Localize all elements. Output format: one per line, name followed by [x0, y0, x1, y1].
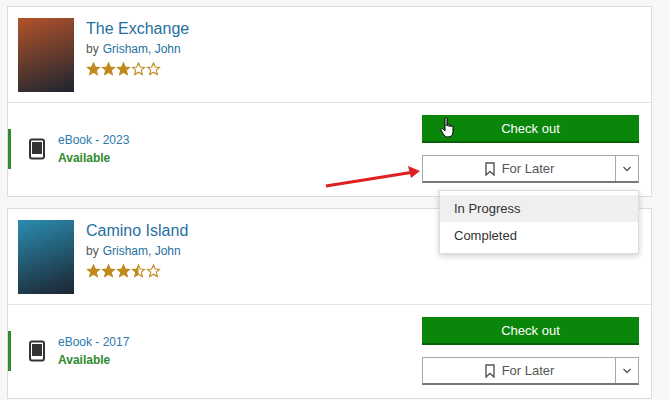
author-link[interactable]: Grisham, John — [103, 42, 181, 56]
byline: by Grisham, John — [86, 42, 189, 56]
format-label[interactable]: eBook - 2023 — [58, 133, 129, 147]
rating — [86, 62, 189, 76]
availability-label: Available — [58, 353, 129, 367]
star-icon — [131, 264, 146, 278]
for-later-split-button: For Later — [422, 155, 639, 183]
availability: eBook - 2023 Available — [8, 129, 129, 169]
book-card: The Exchange by Grisham, John eBook - 2023 A… — [7, 6, 652, 197]
format-row: eBook - 2023AvailableCheck outFor LaterI… — [8, 103, 651, 196]
by-label: by — [86, 42, 99, 56]
for-later-split-button: For Later — [422, 357, 639, 385]
by-label: by — [86, 244, 99, 258]
availability: eBook - 2017 Available — [8, 331, 129, 371]
tablet-icon — [28, 340, 46, 362]
chevron-down-icon — [622, 368, 632, 374]
menu-item[interactable]: In Progress — [440, 195, 638, 222]
actions: Check out For Later — [422, 317, 639, 385]
for-later-button[interactable]: For Later — [423, 358, 615, 383]
dropdown-toggle[interactable] — [615, 156, 638, 181]
dropdown-toggle[interactable] — [615, 358, 638, 383]
page: The Exchange by Grisham, John eBook - 2023 A… — [0, 0, 670, 400]
star-icon — [101, 264, 116, 278]
checkout-button[interactable]: Check out — [422, 115, 639, 143]
chevron-down-icon — [622, 166, 632, 172]
star-icon — [131, 62, 146, 76]
star-icon — [101, 62, 116, 76]
actions: Check outFor LaterIn ProgressCompleted — [422, 115, 639, 183]
author-link[interactable]: Grisham, John — [103, 244, 181, 258]
book-info: The Exchange by Grisham, John — [86, 18, 189, 92]
red-arrow-icon — [322, 162, 432, 192]
star-icon — [116, 264, 131, 278]
checkout-button[interactable]: Check out — [422, 317, 639, 345]
star-icon — [146, 62, 161, 76]
availability-label: Available — [58, 151, 129, 165]
tablet-icon — [28, 138, 46, 160]
book-title[interactable]: The Exchange — [86, 20, 189, 38]
bookmark-icon — [484, 162, 496, 176]
star-icon — [86, 264, 101, 278]
book-title[interactable]: Camino Island — [86, 222, 188, 240]
menu-item[interactable]: Completed — [440, 222, 638, 249]
star-icon — [116, 62, 131, 76]
star-icon — [146, 264, 161, 278]
for-later-button[interactable]: For Later — [423, 156, 615, 181]
format-label[interactable]: eBook - 2017 — [58, 335, 129, 349]
hand-cursor-icon — [440, 117, 456, 139]
star-icon — [86, 62, 101, 76]
format-row: eBook - 2017 Available Check out For Later — [8, 305, 651, 398]
bookmark-icon — [484, 364, 496, 378]
book-cover[interactable] — [18, 18, 74, 92]
shelf-menu: In ProgressCompleted — [439, 190, 639, 254]
book-cover[interactable] — [18, 220, 74, 294]
rating — [86, 264, 188, 278]
book-header: The Exchange by Grisham, John — [8, 7, 651, 103]
book-info: Camino Island by Grisham, John — [86, 220, 188, 294]
byline: by Grisham, John — [86, 244, 188, 258]
